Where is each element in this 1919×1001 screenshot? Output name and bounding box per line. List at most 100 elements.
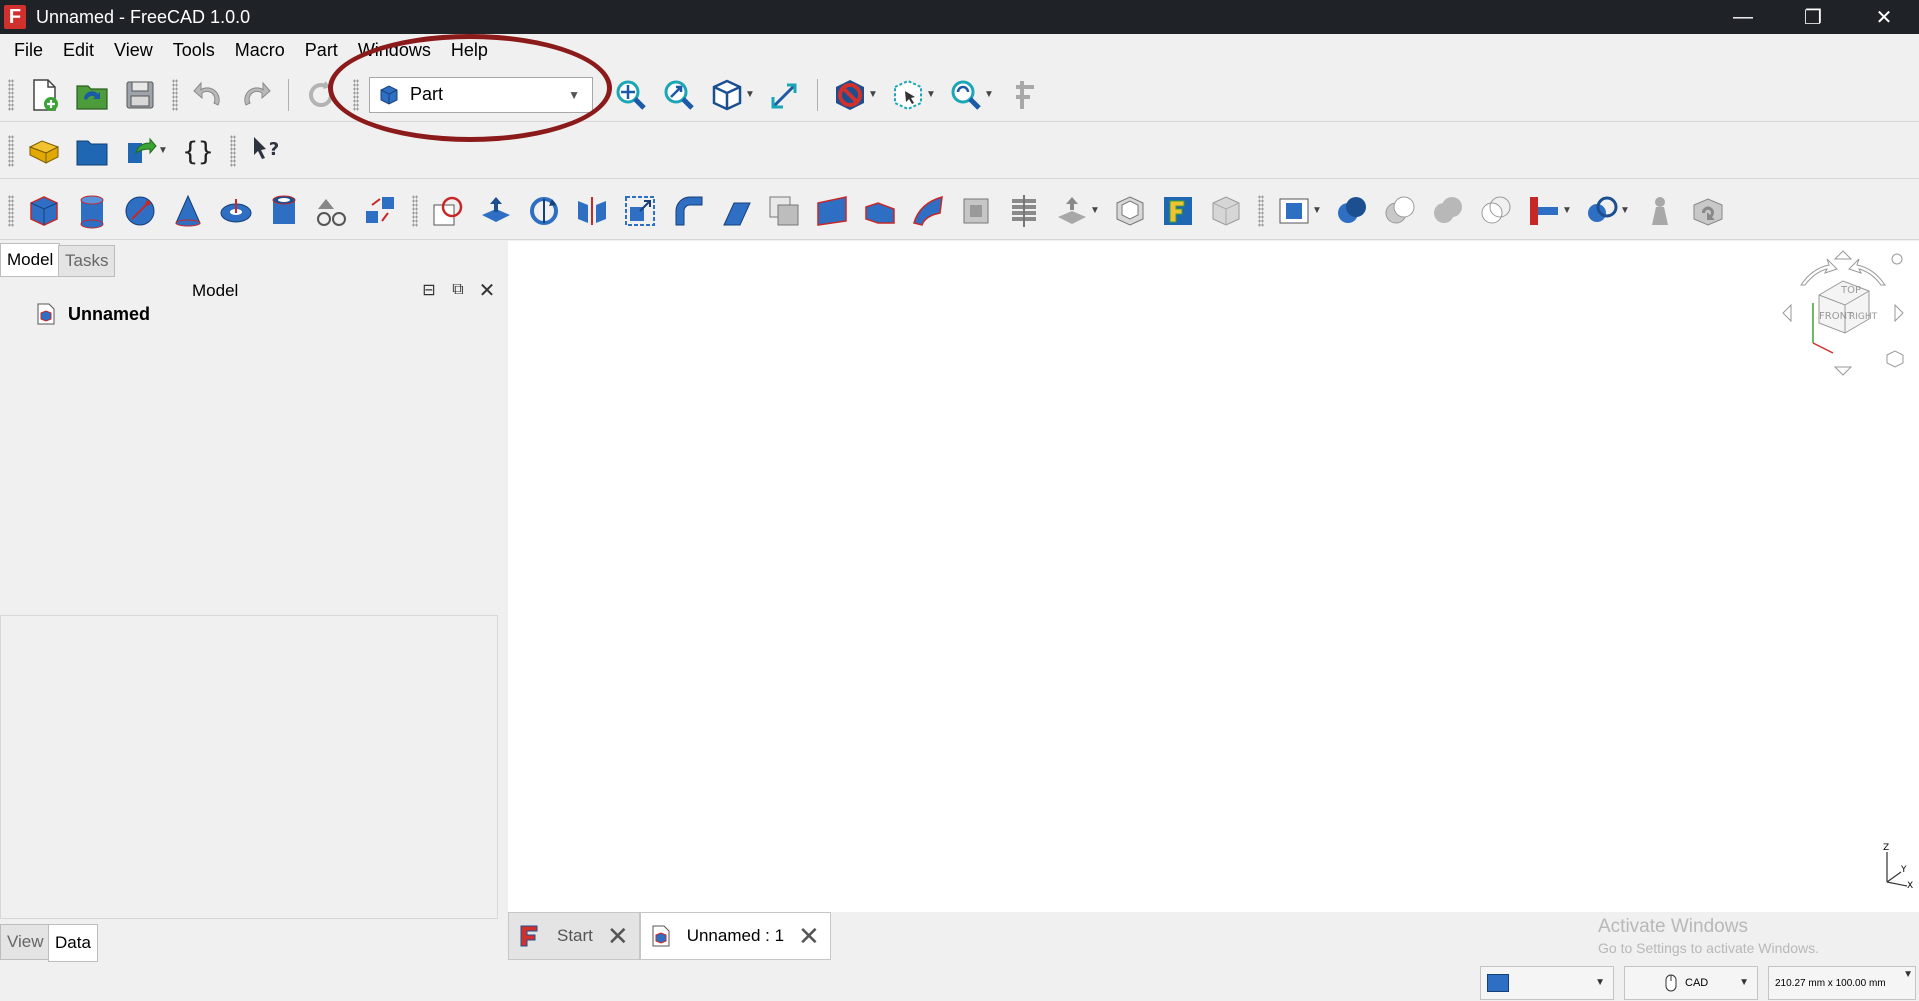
part-boolean-button[interactable] [1332,189,1372,233]
part-shape-builder-button[interactable] [360,189,400,233]
menu-part[interactable]: Part [305,40,338,61]
menu-file[interactable]: File [14,40,43,61]
tab-model[interactable]: Model [0,243,61,277]
part-offset-button[interactable] [1052,189,1092,233]
box-selection-dropdown-icon[interactable]: ▼ [926,89,936,100]
tree-item-document[interactable]: Unnamed [36,303,150,325]
navcube-view-menu-icon[interactable] [1886,350,1904,368]
draw-style-dropdown-icon[interactable]: ▼ [868,89,878,100]
close-panel-icon[interactable]: ✕ [476,279,498,302]
3d-view[interactable]: TOP FRONT RIGHT Z Y X [508,241,1919,912]
zoom-button[interactable] [946,73,986,117]
save-button[interactable] [120,73,160,117]
part-defeaturing-button[interactable] [1688,189,1728,233]
standard-views-dropdown-icon[interactable]: ▼ [745,89,755,100]
part-mirror-button[interactable] [572,189,612,233]
part-primitives-button[interactable] [312,189,352,233]
draw-style-status-selector[interactable]: ▼ [1480,966,1614,1000]
part-torus-button[interactable] [216,189,256,233]
undo-button[interactable] [188,73,228,117]
part-loft-button[interactable] [860,189,900,233]
menu-edit[interactable]: Edit [63,40,94,61]
tab-start[interactable]: Start ✕ [508,912,640,960]
link-actions-dropdown-icon[interactable]: ▼ [158,145,168,156]
tab-view[interactable]: View [0,924,51,960]
compound-dropdown-icon[interactable]: ▼ [1312,205,1322,216]
measure-tool-button[interactable] [1004,73,1044,117]
open-document-button[interactable] [72,73,112,117]
redo-button[interactable] [236,73,276,117]
part-join-features-button[interactable] [1524,189,1564,233]
part-cross-sections-button[interactable] [1004,189,1044,233]
navigation-style-selector[interactable]: CAD ▼ [1624,966,1758,1000]
part-cone-button[interactable] [168,189,208,233]
part-revolve-button[interactable] [524,189,564,233]
navcube-rotate-right-icon[interactable] [1848,258,1886,286]
toolbar-grip[interactable] [8,194,14,227]
maximize-button[interactable]: ❐ [1778,0,1848,34]
part-split-button[interactable] [1582,189,1622,233]
part-sphere-button[interactable] [120,189,160,233]
collapse-panel-icon[interactable]: ⊟ [418,279,440,301]
join-features-dropdown-icon[interactable]: ▼ [1562,205,1572,216]
refresh-button[interactable] [301,73,341,117]
part-extrude-button[interactable] [476,189,516,233]
minimize-button[interactable]: — [1708,0,1778,34]
menu-windows[interactable]: Windows [358,40,431,61]
close-icon[interactable]: ✕ [607,921,629,952]
part-tube-button[interactable] [264,189,304,233]
toolbar-grip[interactable] [1258,194,1264,227]
zoom-dropdown-icon[interactable]: ▼ [984,89,994,100]
part-check-geometry-button[interactable] [1640,189,1680,233]
box-selection-button[interactable] [888,73,928,117]
toolbar-grip[interactable] [412,194,418,227]
dimensions-display[interactable]: 210.27 mm x 100.00 mm ▼ [1768,966,1916,1000]
part-cut-button[interactable] [1380,189,1420,233]
navcube-menu-icon[interactable] [1891,253,1903,265]
menu-help[interactable]: Help [451,40,488,61]
part-shape-from-mesh-button[interactable] [428,189,468,233]
navcube-arrow-left-icon[interactable] [1782,303,1792,323]
part-common-button[interactable] [1476,189,1516,233]
part-make-face-button[interactable] [764,189,804,233]
part-color-per-face-button[interactable] [1206,189,1246,233]
part-compound-button[interactable] [1274,189,1314,233]
part-fillet-button[interactable] [668,189,708,233]
navcube-arrow-down-icon[interactable] [1833,366,1853,376]
menu-tools[interactable]: Tools [173,40,215,61]
part-thickness-button[interactable] [1110,189,1150,233]
toolbar-grip[interactable] [230,134,236,167]
part-chamfer-button[interactable] [716,189,756,233]
variable-set-button[interactable]: {} [178,129,218,173]
toolbar-grip[interactable] [353,78,359,111]
part-fuse-button[interactable] [1428,189,1468,233]
navcube-arrow-up-icon[interactable] [1833,250,1853,260]
navcube-rotate-left-icon[interactable] [1800,258,1838,286]
part-ruled-surface-button[interactable] [812,189,852,233]
tab-tasks[interactable]: Tasks [58,245,116,277]
workbench-selector[interactable]: Part ▼ [369,76,593,113]
toolbar-grip[interactable] [172,78,178,111]
create-group-button[interactable] [72,129,112,173]
part-sweep-button[interactable] [908,189,948,233]
part-cube-button[interactable] [24,189,64,233]
part-cylinder-button[interactable] [72,189,112,233]
new-document-button[interactable] [24,73,64,117]
offset-dropdown-icon[interactable]: ▼ [1090,205,1100,216]
close-window-button[interactable]: ✕ [1849,0,1919,34]
part-section-button[interactable] [956,189,996,233]
split-dropdown-icon[interactable]: ▼ [1620,205,1630,216]
navcube-arrow-right-icon[interactable] [1894,303,1904,323]
float-panel-icon[interactable]: ⧉ [447,279,469,301]
menu-macro[interactable]: Macro [235,40,285,61]
tab-unnamed[interactable]: Unnamed : 1 ✕ [639,912,831,960]
tab-data[interactable]: Data [48,924,98,962]
toolbar-grip[interactable] [8,78,14,111]
whats-this-button[interactable]: ? [246,129,286,173]
standard-views-button[interactable] [707,73,747,117]
fit-selection-button[interactable] [659,73,699,117]
close-icon[interactable]: ✕ [798,921,820,952]
part-scale-button[interactable] [620,189,660,233]
part-projection-button[interactable] [1158,189,1198,233]
measure-distance-button[interactable] [765,73,805,117]
